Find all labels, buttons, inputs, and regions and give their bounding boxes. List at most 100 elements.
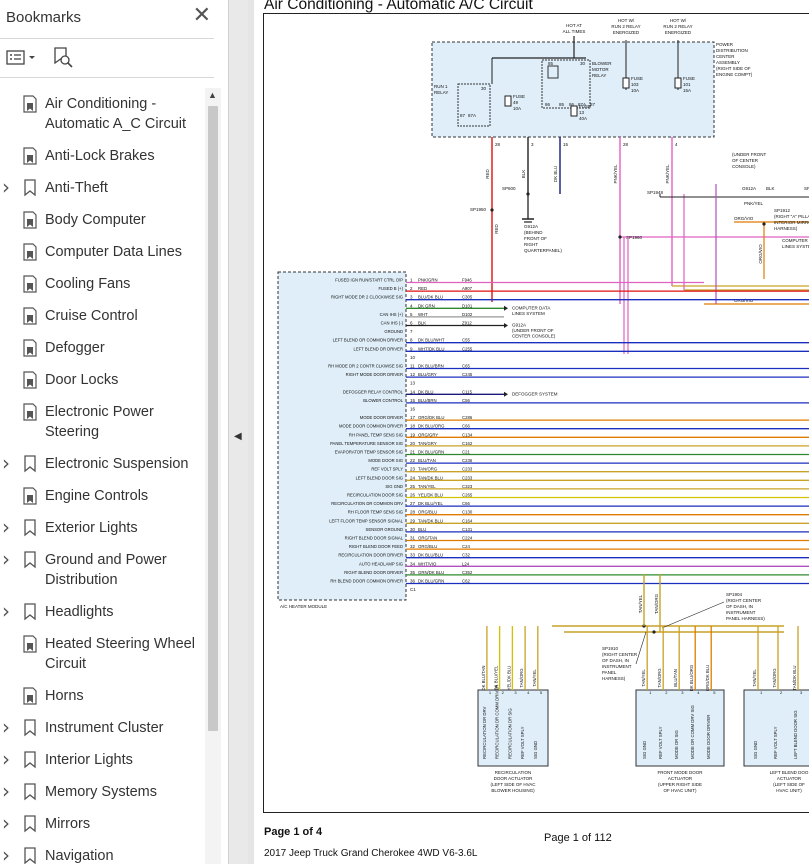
- page-bookmark-icon: [23, 403, 37, 421]
- actuator-label: BLOWER HOUSING): [491, 788, 535, 793]
- relay-label: RELAY: [434, 90, 448, 95]
- fuse-label: 40A: [579, 116, 587, 121]
- bookmark-item[interactable]: Anti-Lock Brakes: [0, 146, 205, 166]
- module-signal: RIGHT BLEND DOOR DRIVER: [344, 570, 403, 575]
- bookmark-item[interactable]: › Exterior Lights: [0, 515, 205, 539]
- module-wire-label: DK BLU: [418, 389, 434, 394]
- bookmark-icon: [24, 603, 36, 621]
- module-signal: FUSED B (+): [378, 286, 403, 291]
- module-signal: EVAPORATOR TEMP SENSOR SIG: [335, 450, 403, 455]
- page-bookmark-icon: [23, 243, 37, 261]
- splice-label: SP1948: [647, 190, 664, 195]
- close-icon[interactable]: ✕: [193, 5, 211, 27]
- arrow-icon: [504, 305, 508, 311]
- expand-chevron-icon[interactable]: ›: [2, 779, 16, 803]
- module-signal: RH FLOOR TEMP SENS SIG: [348, 510, 403, 515]
- bookmark-item[interactable]: › Ground and Power Distribution: [0, 547, 205, 590]
- module-circuit-label: C55: [462, 338, 470, 343]
- bookmark-label: Air Conditioning - Automatic A_C Circuit: [45, 96, 187, 132]
- module-wire-label: BLU/GRY: [418, 372, 437, 377]
- relay-pin: 86: [545, 102, 551, 107]
- bookmark-item[interactable]: Defogger: [0, 338, 205, 358]
- bookmark-label: Navigation: [45, 848, 114, 864]
- bookmark-scrollbar[interactable]: ▲: [205, 88, 221, 864]
- module-pin: 18: [410, 424, 416, 429]
- panel-splitter[interactable]: ◀: [229, 0, 248, 864]
- module-wire-label: GRN/DK BLU: [418, 570, 444, 575]
- pdc-label: DISTRIBUTION: [716, 48, 748, 53]
- bookmark-item[interactable]: Engine Controls: [0, 486, 205, 506]
- note-label: (UNDER FRONT: [732, 152, 766, 157]
- bookmark-item[interactable]: › Headlights: [0, 599, 205, 623]
- expand-chevron-icon[interactable]: ›: [2, 451, 16, 475]
- module-circuit-label: C24: [462, 544, 470, 549]
- module-wire-label: TAN/YEL: [418, 484, 436, 489]
- bookmark-item[interactable]: › Interior Lights: [0, 747, 205, 771]
- scrollbar-thumb[interactable]: [208, 106, 218, 731]
- expand-chevron-icon[interactable]: ›: [2, 599, 16, 623]
- bookmark-item[interactable]: Computer Data Lines: [0, 242, 205, 262]
- module-pin: 19: [410, 432, 416, 437]
- module-circuit-label: C21: [462, 450, 470, 455]
- splice-label: INSTRUMENT: [726, 610, 756, 615]
- arrow-icon: [504, 323, 508, 328]
- actuator-label: HVAC UNIT): [776, 788, 802, 793]
- wire-label: YEL/DK BLU: [506, 666, 511, 691]
- module-signal: SENSOR GROUND: [366, 527, 403, 532]
- module-pin: 3: [410, 295, 413, 300]
- module-signal: GROUND: [384, 329, 403, 334]
- bookmark-options-button[interactable]: [6, 45, 36, 71]
- bookmark-item[interactable]: Door Locks: [0, 370, 205, 390]
- expand-chevron-icon[interactable]: ›: [2, 175, 16, 199]
- module-pin: 15: [410, 398, 416, 403]
- bookmark-item[interactable]: › Anti-Theft: [0, 175, 205, 199]
- module-signal: DEFOGGER RELAY CONTROL: [343, 389, 404, 394]
- bookmark-item[interactable]: › Mirrors: [0, 811, 205, 835]
- bookmark-item[interactable]: Heated Steering Wheel Circuit: [0, 634, 205, 674]
- bookmark-item[interactable]: Body Computer: [0, 210, 205, 230]
- module-pin: 2: [410, 286, 413, 291]
- pin-label: 15: [563, 142, 569, 147]
- ground-label: QUARTERPANEL): [524, 248, 562, 253]
- bookmark-item[interactable]: › Instrument Cluster: [0, 715, 205, 739]
- expand-chevron-icon[interactable]: ›: [2, 515, 16, 539]
- module-pin: 10: [410, 355, 416, 360]
- module-signal: AUTO HEADLAMP SIG: [359, 561, 403, 566]
- bookmark-item[interactable]: Cruise Control: [0, 306, 205, 326]
- module-signal: RIGHT MODE DOOR DRIVER: [346, 372, 403, 377]
- bookmark-item[interactable]: Air Conditioning - Automatic A_C Circuit: [0, 94, 205, 134]
- expand-chevron-icon[interactable]: ›: [2, 547, 16, 571]
- bookmark-item[interactable]: Horns: [0, 686, 205, 706]
- page-bookmark-icon: [23, 687, 37, 705]
- bookmark-item[interactable]: › Electronic Suspension: [0, 451, 205, 475]
- wire-label: TAN/YEL: [638, 594, 643, 613]
- bookmark-item[interactable]: Electronic Power Steering: [0, 402, 205, 442]
- expand-chevron-icon[interactable]: ›: [2, 747, 16, 771]
- pdc-label: ENGINE COMPT): [716, 72, 753, 77]
- module-wire-label: BLU/BRN: [418, 398, 437, 403]
- bookmark-item[interactable]: › Memory Systems: [0, 779, 205, 803]
- expand-chevron-icon[interactable]: ›: [2, 811, 16, 835]
- module-wire-label: DK BLU/WHT: [418, 338, 445, 343]
- module-circuit-label: C236: [462, 458, 473, 463]
- hot-label: HOT W/: [618, 18, 635, 23]
- module-signal: SIG GND: [385, 484, 403, 489]
- expand-chevron-icon[interactable]: ›: [2, 843, 16, 864]
- page-bookmark-icon: [23, 147, 37, 165]
- expand-chevron-icon[interactable]: ›: [2, 715, 16, 739]
- module-wire-label: WHT/DK BLU: [418, 346, 445, 351]
- bookmark-icon: [24, 455, 36, 473]
- module-wire-label: DK BLU/BRN: [418, 364, 444, 369]
- wire-label: TAN/ORG: [519, 668, 524, 688]
- module-wire-label: BLU/DK BLU: [418, 295, 443, 300]
- find-bookmark-button[interactable]: [52, 45, 74, 71]
- actuator-pin-label: RECIRCULATION DR COMM DRIVER: [495, 685, 500, 759]
- bookmark-item[interactable]: Cooling Fans: [0, 274, 205, 294]
- collapse-panel-icon[interactable]: ◀: [234, 431, 242, 442]
- splice-label: SP1904: [726, 592, 743, 597]
- module-pin: 27: [410, 501, 416, 506]
- module-circuit-label: C130: [462, 510, 473, 515]
- scroll-up-icon[interactable]: ▲: [208, 90, 217, 100]
- bookmark-item[interactable]: › Navigation: [0, 843, 205, 864]
- actuator-label: ACTUATOR: [668, 776, 693, 781]
